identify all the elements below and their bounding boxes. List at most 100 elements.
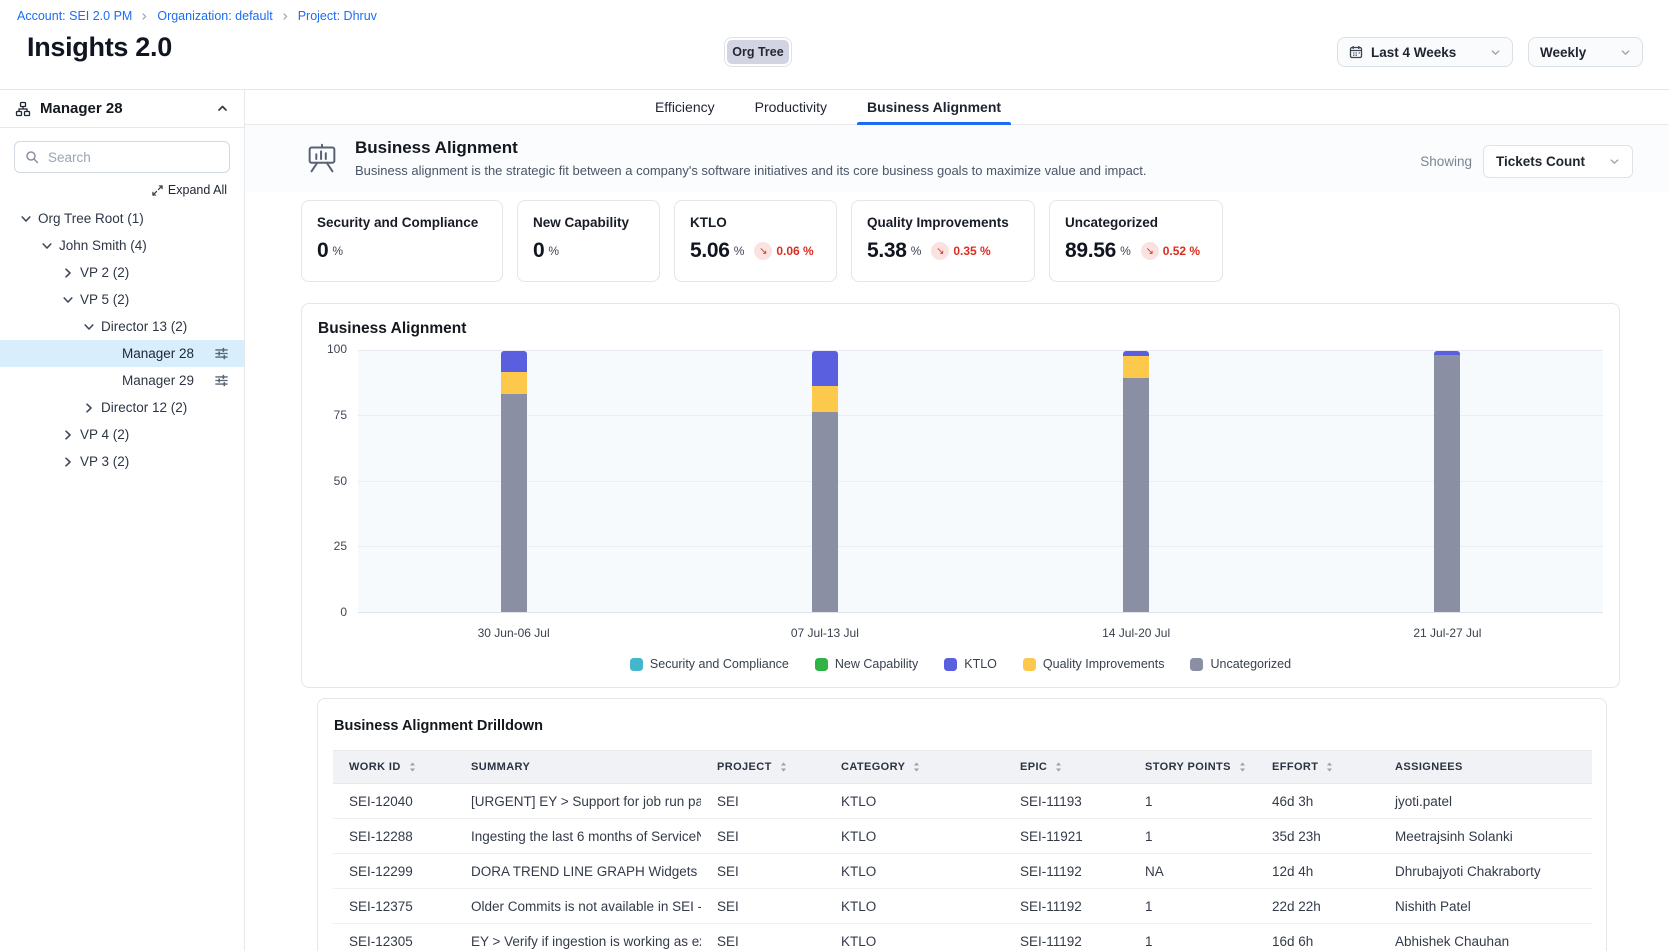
legend-item[interactable]: New Capability	[815, 657, 918, 671]
tree-chevron-icon[interactable]	[62, 429, 74, 441]
tree-chevron-icon[interactable]	[83, 402, 95, 414]
legend-item[interactable]: Uncategorized	[1190, 657, 1291, 671]
table-cell: 35d 23h	[1256, 819, 1379, 854]
sort-icon[interactable]	[1053, 761, 1064, 773]
bar-segment[interactable]	[1434, 355, 1460, 612]
bar-segment[interactable]	[812, 351, 838, 386]
breadcrumb: Account: SEI 2.0 PM Organization: defaul…	[17, 9, 1645, 23]
tree-item[interactable]: VP 5 (2)	[0, 286, 244, 313]
delta-badge: ↘ 0.06 %	[754, 242, 813, 260]
tree-chevron-icon[interactable]	[83, 321, 95, 333]
legend-item[interactable]: Security and Compliance	[630, 657, 789, 671]
tree-chevron-icon[interactable]	[62, 267, 74, 279]
tree-chevron-slot	[60, 429, 76, 441]
gridline	[358, 415, 1603, 416]
sort-icon[interactable]	[1324, 761, 1335, 773]
legend-item[interactable]: KTLO	[944, 657, 997, 671]
sort-icon[interactable]	[911, 761, 922, 773]
tree-chevron-icon[interactable]	[62, 294, 74, 306]
bar-segment[interactable]	[501, 351, 527, 372]
table-row[interactable]: SEI-12040[URGENT] EY > Support for job r…	[333, 784, 1592, 819]
sort-icon[interactable]	[1237, 761, 1248, 773]
table-cell: SEI	[701, 784, 825, 819]
tree-item[interactable]: VP 4 (2)	[0, 421, 244, 448]
tree-chevron-slot	[39, 240, 55, 252]
search-input[interactable]	[14, 141, 230, 173]
bar-segment[interactable]	[1123, 378, 1149, 612]
expand-all-button[interactable]: Expand All	[0, 173, 244, 197]
tree-item[interactable]: VP 2 (2)	[0, 259, 244, 286]
breadcrumb-link[interactable]: Organization: default	[157, 9, 272, 23]
table-row[interactable]: SEI-12288Ingesting the last 6 months of …	[333, 819, 1592, 854]
tree-item[interactable]: Manager 29	[0, 367, 244, 394]
sort-icon[interactable]	[407, 761, 418, 773]
summary-card-value: 5.38	[867, 239, 907, 263]
table-cell: SEI-11192	[1004, 854, 1129, 889]
bar-segment[interactable]	[501, 394, 527, 612]
column-header[interactable]: PROJECT	[701, 751, 825, 784]
legend-item[interactable]: Quality Improvements	[1023, 657, 1165, 671]
table-row[interactable]: SEI-12375Older Commits is not available …	[333, 889, 1592, 924]
tree-item[interactable]: Org Tree Root (1)	[0, 205, 244, 232]
table-cell: Ingesting the last 6 months of ServiceN.…	[455, 819, 701, 854]
tree-item[interactable]: Director 12 (2)	[0, 394, 244, 421]
bar-segment[interactable]	[812, 386, 838, 412]
tree-chevron-icon[interactable]	[41, 240, 53, 252]
tree-item-label: Director 12 (2)	[101, 400, 187, 415]
tab[interactable]: Business Alignment	[865, 90, 1003, 124]
bar-segment[interactable]	[812, 412, 838, 612]
tree-item[interactable]: John Smith (4)	[0, 232, 244, 259]
summary-card-title: New Capability	[533, 215, 644, 230]
breadcrumb-link[interactable]: Project: Dhruv	[298, 9, 377, 23]
bar-segment[interactable]	[1123, 351, 1149, 356]
tree-item[interactable]: VP 3 (2)	[0, 448, 244, 475]
org-tree-toggle[interactable]: Org Tree	[724, 37, 792, 67]
column-header[interactable]: ASSIGNEES	[1379, 751, 1592, 784]
showing-select[interactable]: Tickets Count	[1483, 145, 1633, 178]
granularity-select[interactable]: Weekly	[1528, 37, 1643, 67]
column-header[interactable]: CATEGORY	[825, 751, 1004, 784]
sliders-icon[interactable]	[214, 346, 229, 361]
org-tree-button[interactable]: Org Tree	[727, 40, 789, 64]
breadcrumb-link[interactable]: Account: SEI 2.0 PM	[17, 9, 132, 23]
column-header[interactable]: SUMMARY	[455, 751, 701, 784]
tab[interactable]: Efficiency	[653, 90, 717, 124]
table-row[interactable]: SEI-12305EY > Verify if ingestion is wor…	[333, 924, 1592, 951]
column-label: WORK ID	[349, 761, 401, 773]
summary-card-value: 89.56	[1065, 239, 1116, 263]
tree-item-label: VP 2 (2)	[80, 265, 129, 280]
bar-segment[interactable]	[501, 372, 527, 394]
trend-down-icon: ↘	[931, 242, 949, 260]
table-cell: SEI-12040	[333, 784, 455, 819]
column-header[interactable]: EFFORT	[1256, 751, 1379, 784]
tree-item[interactable]: Manager 28	[0, 340, 244, 367]
date-range-select[interactable]: Last 4 Weeks	[1337, 37, 1513, 67]
sliders-icon[interactable]	[214, 373, 229, 388]
table-cell: jyoti.patel	[1379, 784, 1592, 819]
y-tick-label: 50	[334, 474, 347, 488]
tree-item[interactable]: Director 13 (2)	[0, 313, 244, 340]
column-label: ASSIGNEES	[1395, 761, 1463, 773]
trend-down-icon: ↘	[754, 242, 772, 260]
summary-card-value: 0	[317, 239, 328, 263]
column-header[interactable]: WORK ID	[333, 751, 455, 784]
chevron-up-icon[interactable]	[216, 102, 229, 115]
trend-down-icon: ↘	[1141, 242, 1159, 260]
bar-segment[interactable]	[1434, 351, 1460, 355]
table-cell: 1	[1129, 889, 1256, 924]
x-axis-label: 07 Jul-13 Jul	[791, 626, 859, 640]
sort-icon[interactable]	[778, 761, 789, 773]
table-cell: 16d 6h	[1256, 924, 1379, 951]
table-row[interactable]: SEI-12299DORA TREND LINE GRAPH Widgets i…	[333, 854, 1592, 889]
tree-chevron-icon[interactable]	[62, 456, 74, 468]
chart-card: Business Alignment 0255075100 30 Jun-06 …	[301, 303, 1620, 688]
tree-chevron-icon[interactable]	[20, 213, 32, 225]
tab[interactable]: Productivity	[753, 90, 829, 124]
legend-label: Uncategorized	[1210, 657, 1291, 671]
table-cell: NA	[1129, 854, 1256, 889]
bar-segment[interactable]	[1123, 356, 1149, 378]
column-header[interactable]: STORY POINTS	[1129, 751, 1256, 784]
gridline	[358, 546, 1603, 547]
table-body: SEI-12040[URGENT] EY > Support for job r…	[333, 784, 1592, 951]
column-header[interactable]: EPIC	[1004, 751, 1129, 784]
